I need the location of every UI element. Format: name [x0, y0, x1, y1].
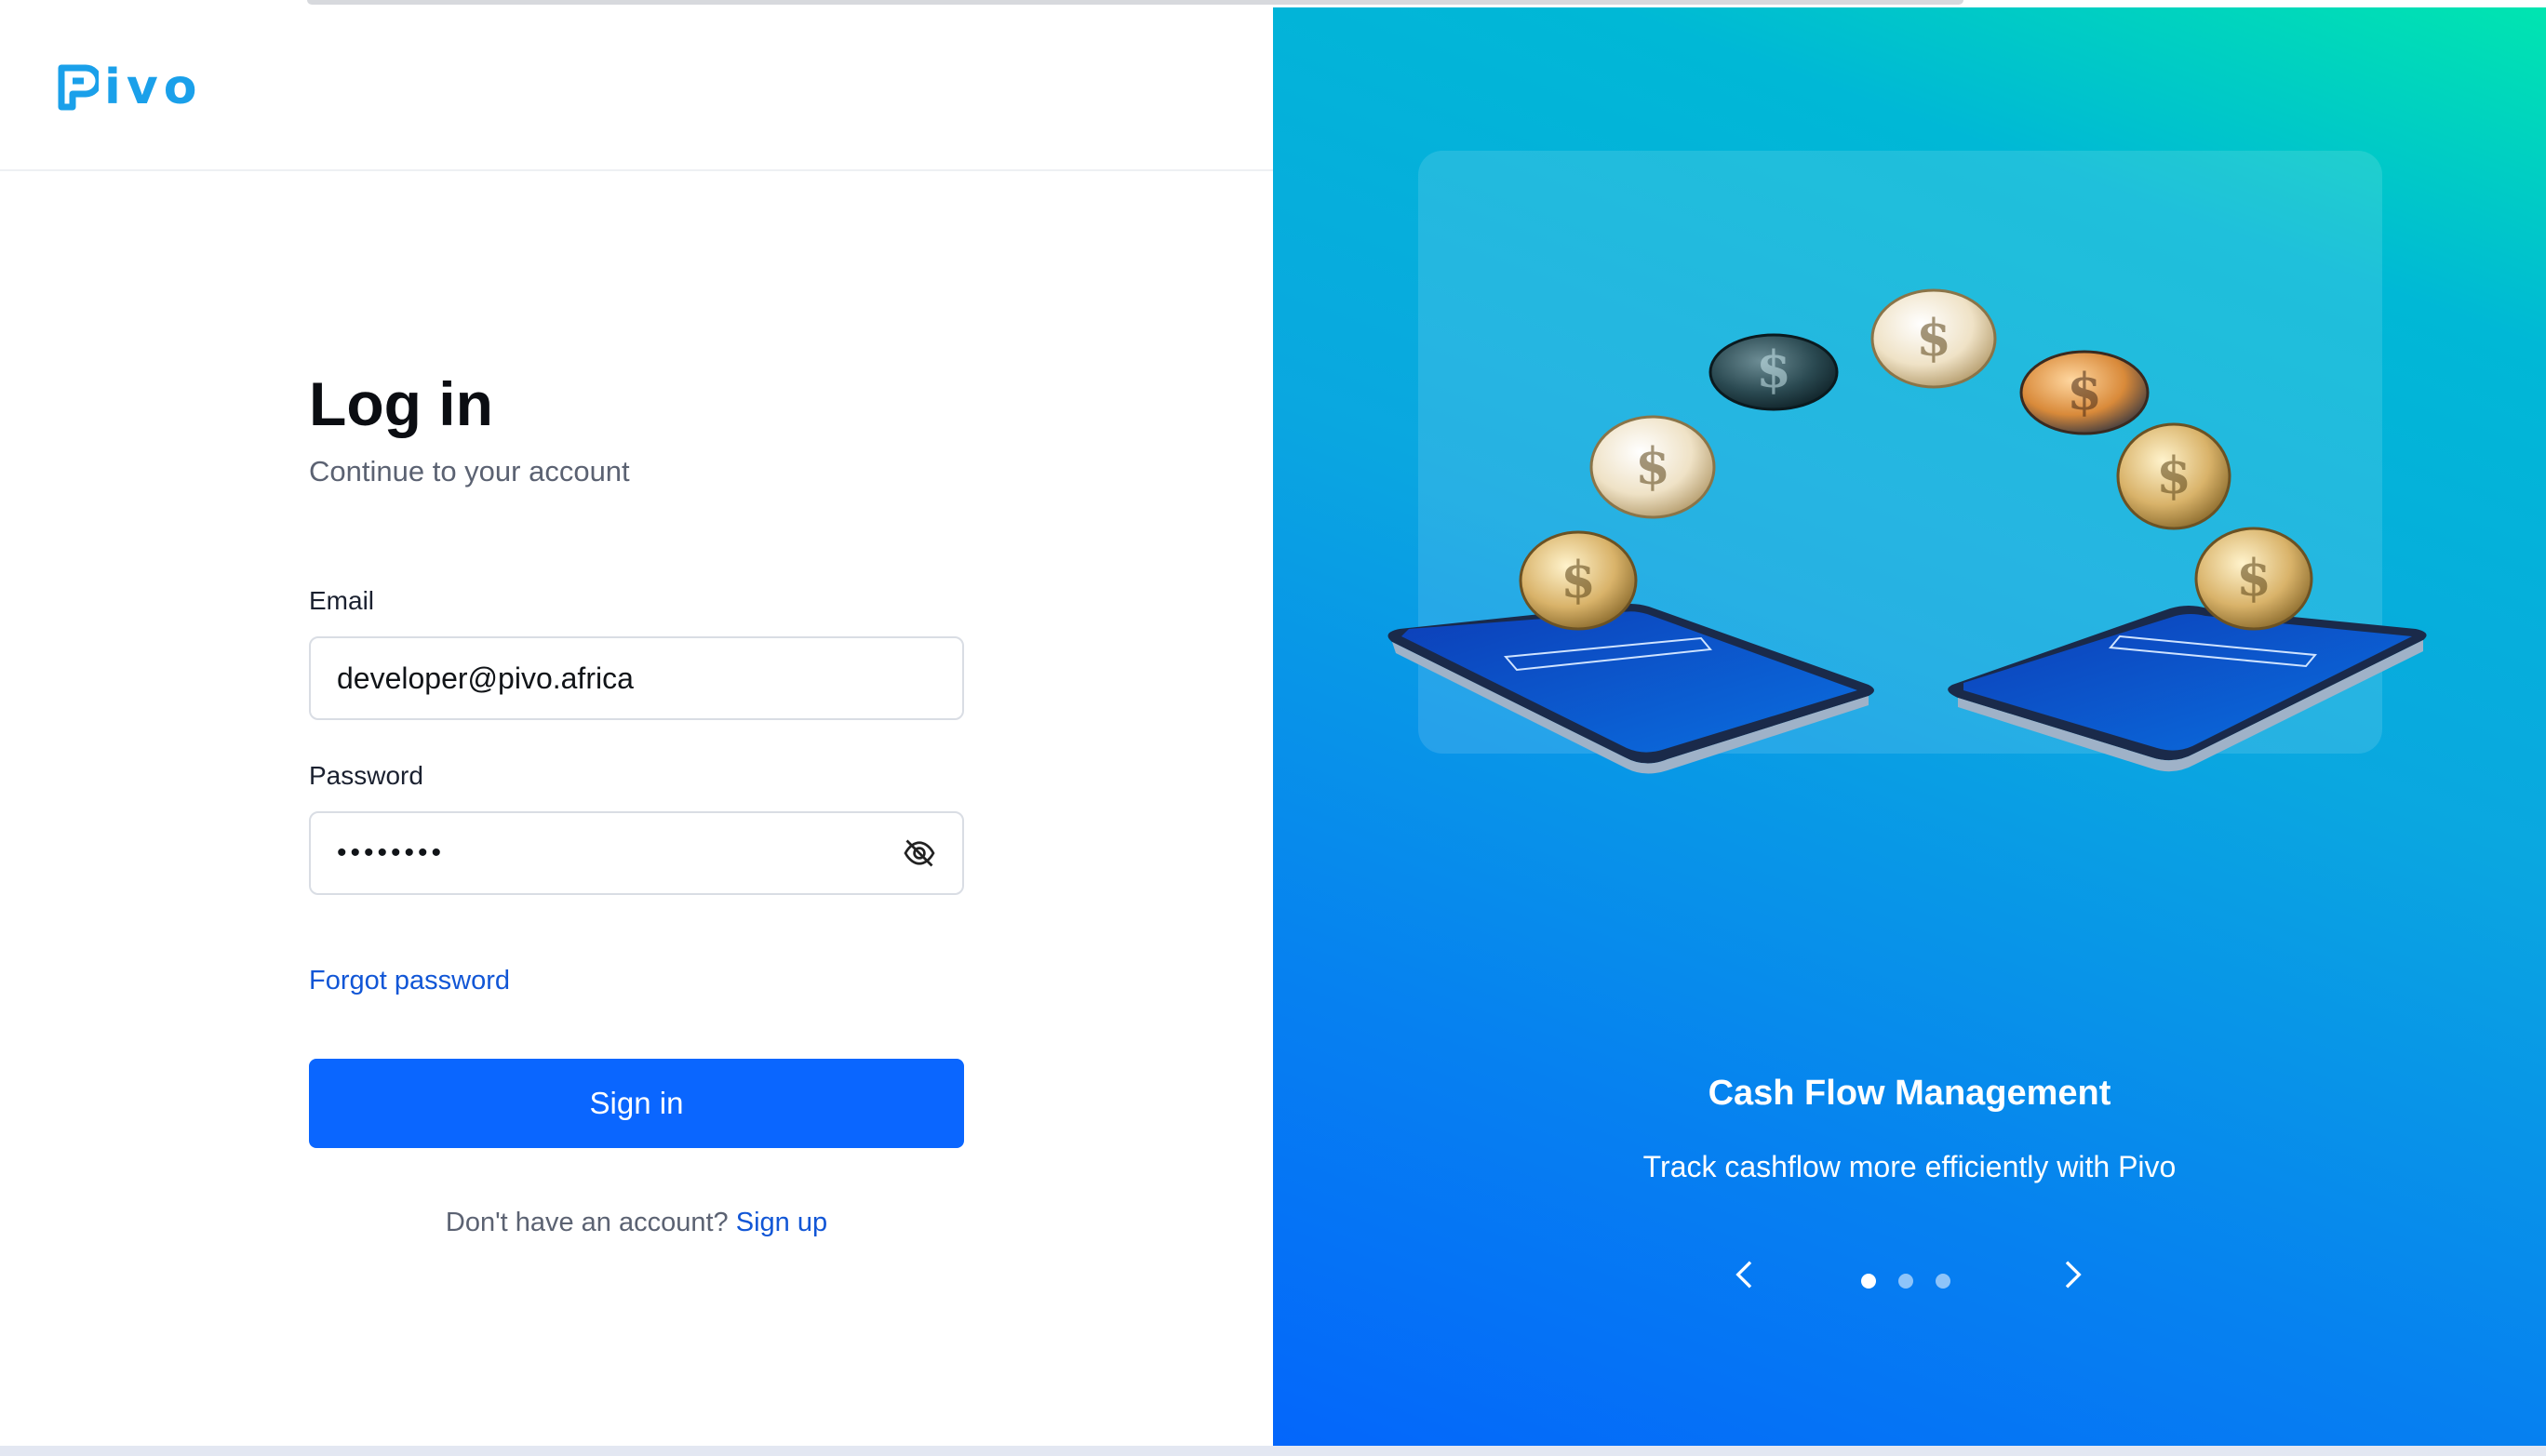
promo-panel: $ $ $ $ $ $ $ Cash Flow Management Track… [1273, 7, 2546, 1446]
forgot-password-link[interactable]: Forgot password [309, 966, 510, 996]
sign-up-link[interactable]: Sign up [736, 1208, 827, 1237]
scroll-indicator [307, 0, 1963, 5]
sign-in-button[interactable]: Sign in [309, 1059, 964, 1148]
login-panel: ivo Log in Continue to your account Emai… [0, 7, 1273, 1446]
email-label: Email [309, 586, 375, 615]
pivo-logo-icon [58, 64, 99, 111]
signup-prompt: Don't have an account? [445, 1208, 729, 1237]
svg-text:$: $ [1561, 550, 1596, 609]
logo: ivo [58, 63, 202, 112]
login-form: Log in Continue to your account Email Pa… [309, 369, 964, 1237]
email-field[interactable] [337, 661, 936, 696]
bottom-strip [0, 1446, 2546, 1456]
svg-text:$: $ [2236, 548, 2271, 608]
right-phone [1948, 606, 2427, 772]
svg-text:$: $ [2067, 362, 2102, 421]
slide-subtitle: Track cashflow more efficiently with Piv… [1642, 1150, 2177, 1183]
password-field[interactable]: •••••••• [337, 837, 903, 869]
chevron-left-icon[interactable] [1727, 1256, 1764, 1293]
signup-row: Don't have an account? Sign up [309, 1208, 964, 1238]
phones-and-coins-illustration: $ $ $ $ $ $ $ [1387, 288, 2427, 774]
email-field-wrapper [309, 636, 964, 720]
carousel-dot-2[interactable] [1898, 1274, 1913, 1289]
carousel-dots [1861, 1274, 1950, 1289]
password-field-wrapper: •••••••• [309, 811, 964, 895]
page-subtitle: Continue to your account [309, 454, 630, 488]
left-phone [1387, 604, 1874, 774]
slide-title: Cash Flow Management [1708, 1074, 2111, 1113]
svg-text:$: $ [1756, 340, 1791, 399]
coins: $ $ $ $ $ $ $ [1519, 288, 2313, 631]
eye-off-icon[interactable] [903, 836, 936, 870]
chevron-right-icon[interactable] [2053, 1256, 2090, 1293]
carousel-dot-1[interactable] [1861, 1274, 1876, 1289]
svg-text:$: $ [2156, 446, 2191, 505]
password-label: Password [309, 761, 423, 790]
svg-text:$: $ [1635, 436, 1670, 496]
page-title: Log in [309, 369, 493, 438]
svg-text:$: $ [1916, 308, 1951, 367]
carousel-dot-3[interactable] [1936, 1274, 1950, 1289]
brand-bar: ivo [0, 7, 1273, 171]
top-strip [0, 0, 2546, 7]
logo-text: ivo [104, 60, 203, 115]
